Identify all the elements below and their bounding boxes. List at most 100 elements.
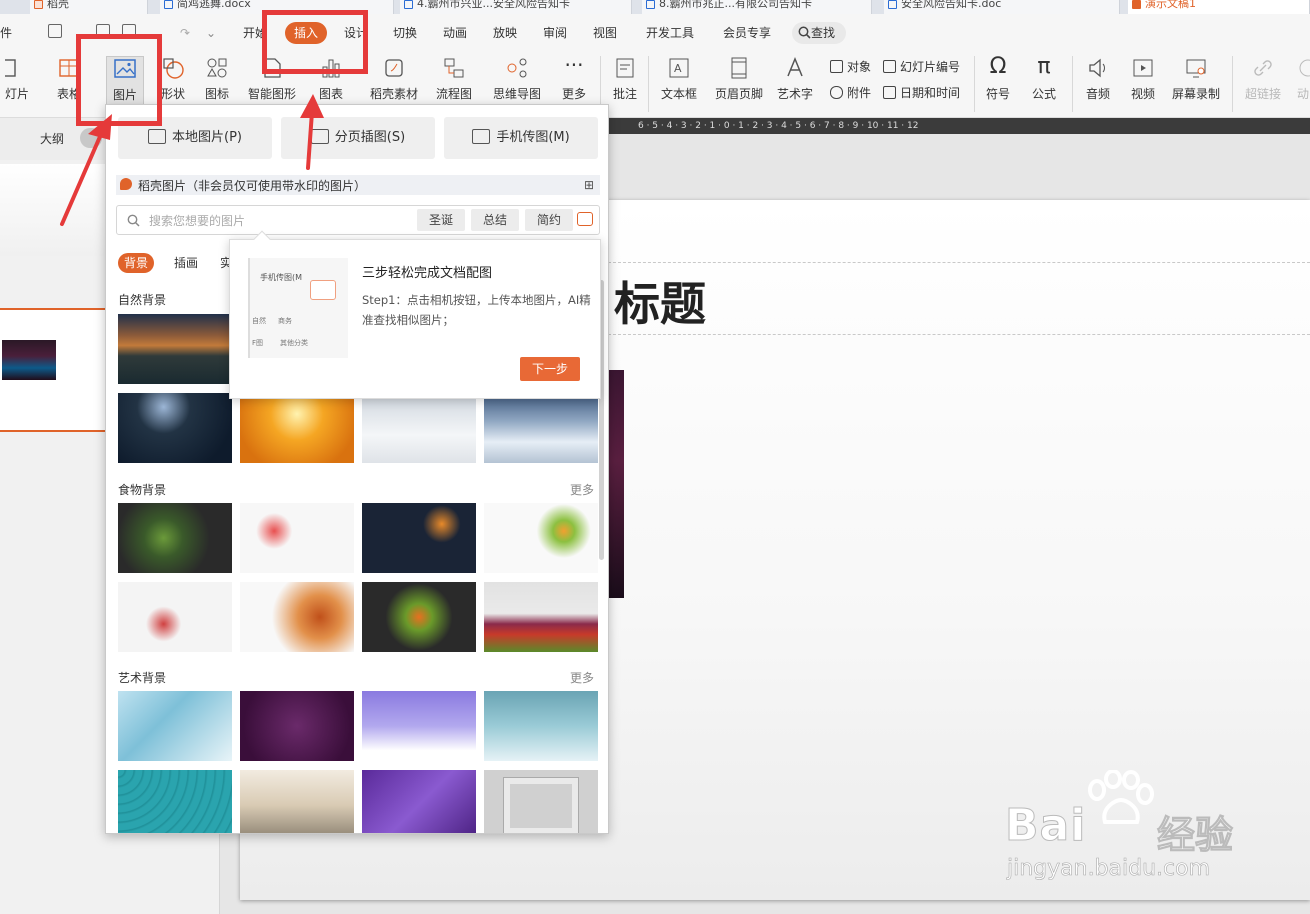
new-slide-button[interactable]: 灯片 xyxy=(0,56,34,102)
textbox-icon: A xyxy=(667,56,691,80)
wordart-icon xyxy=(783,56,807,80)
menu-bar: 件 ⌄ ↷ ⌄ 开始 插入 设计 切换 动画 放映 审阅 视图 开发工具 会员专… xyxy=(0,14,1310,52)
date-time-button[interactable]: 日期和时间 xyxy=(883,84,960,102)
picture-tile[interactable] xyxy=(362,393,476,463)
flowchart-button[interactable]: 流程图 xyxy=(430,56,478,102)
save-icon[interactable] xyxy=(48,24,62,38)
slide-thumbnail[interactable] xyxy=(0,164,108,256)
video-icon xyxy=(1131,56,1155,80)
category-background[interactable]: 背景 xyxy=(118,253,155,273)
object-button[interactable]: 对象 xyxy=(830,58,871,76)
paw-logo xyxy=(1088,770,1154,824)
docer-material-button[interactable]: 稻壳素材 xyxy=(368,56,420,102)
document-tab-bar: 稻壳 简鸡逃舞.docx 4.霸州市兴业...安全风险告知卡 8.霸州市兆正..… xyxy=(0,0,1310,14)
action-button[interactable]: 动 xyxy=(1296,56,1310,102)
picture-tile[interactable] xyxy=(362,770,476,833)
menu-file[interactable]: 件 xyxy=(0,22,12,44)
audio-button[interactable]: 音频 xyxy=(1080,56,1116,102)
category-illustration[interactable]: 插画 xyxy=(174,253,198,273)
outline-tab[interactable]: 大纲 xyxy=(40,130,64,147)
tab-developer[interactable]: 开发工具 xyxy=(646,22,694,44)
annotation-box-insert xyxy=(262,10,368,74)
word-icon xyxy=(404,0,413,9)
picture-tile[interactable] xyxy=(118,582,232,652)
search-icon xyxy=(127,214,140,227)
picture-dropdown-panel: 本地图片(P) 分页插图(S) 手机传图(M) 稻壳图片（非会员仅可使用带水印的… xyxy=(105,104,609,834)
picture-tile[interactable] xyxy=(118,314,232,384)
slide-title[interactable]: 标题 xyxy=(614,268,706,334)
chevron-down-icon[interactable]: ⌄ xyxy=(206,22,216,44)
section-food: 食物背景 xyxy=(118,483,167,497)
shape-icon xyxy=(161,56,185,80)
tab-member[interactable]: 会员专享 xyxy=(723,22,771,44)
watermark-brand: Bai xyxy=(1004,800,1087,852)
search-chip[interactable]: 简约 xyxy=(525,209,574,231)
picture-tile[interactable] xyxy=(362,691,476,761)
picture-tile[interactable] xyxy=(240,503,354,573)
picture-tile[interactable] xyxy=(484,393,598,463)
camera-icon xyxy=(310,280,336,300)
picture-tile[interactable] xyxy=(484,582,598,652)
hyperlink-button[interactable]: 超链接 xyxy=(1240,56,1286,102)
formula-button[interactable]: π 公式 xyxy=(1024,56,1064,102)
slides-tab[interactable] xyxy=(80,128,102,148)
symbol-button[interactable]: Ω 符号 xyxy=(980,56,1016,102)
picture-tile[interactable] xyxy=(118,691,232,761)
doc-tab[interactable]: 8.霸州市兆正...有限公司告知卡 xyxy=(642,0,872,14)
tab-slideshow[interactable]: 放映 xyxy=(493,22,517,44)
flowchart-icon xyxy=(442,56,466,80)
thumbnail-image xyxy=(2,340,56,380)
picture-tile[interactable] xyxy=(484,503,598,573)
phone-picture-button[interactable]: 手机传图(M) xyxy=(444,117,598,159)
picture-tile[interactable] xyxy=(118,770,232,833)
search-chip[interactable]: 总结 xyxy=(471,209,520,231)
picture-tile[interactable] xyxy=(240,582,354,652)
mindmap-button[interactable]: 思维导图 xyxy=(488,56,546,102)
picture-tile[interactable] xyxy=(118,393,232,463)
paged-picture-button[interactable]: 分页插图(S) xyxy=(281,117,435,159)
more-button[interactable]: ··· 更多 xyxy=(556,53,592,102)
slide-number-button[interactable]: 幻灯片编号 xyxy=(883,58,960,76)
find-box[interactable]: 查找 xyxy=(792,22,846,44)
doc-tab-active[interactable]: 演示文稿1 xyxy=(1128,0,1310,14)
slide-thumbnail-selected[interactable] xyxy=(0,308,108,432)
tab-review[interactable]: 审阅 xyxy=(543,22,567,44)
mindmap-icon xyxy=(505,56,529,80)
textbox-button[interactable]: A 文本框 xyxy=(656,56,702,102)
picture-tile[interactable] xyxy=(484,691,598,761)
doc-tab[interactable]: 安全风险告知卡.doc xyxy=(884,0,1120,14)
food-more-link[interactable]: 更多 xyxy=(570,481,594,498)
redo-icon[interactable]: ↷ xyxy=(180,22,190,44)
video-button[interactable]: 视频 xyxy=(1124,56,1162,102)
tab-view[interactable]: 视图 xyxy=(593,22,617,44)
tab-transition[interactable]: 切换 xyxy=(393,22,417,44)
wordart-button[interactable]: 艺术字 xyxy=(772,56,818,102)
picture-tile[interactable] xyxy=(362,582,476,652)
attachment-button[interactable]: 附件 xyxy=(830,84,871,102)
frame-shape xyxy=(504,778,578,833)
icons-icon xyxy=(205,56,229,80)
search-chip[interactable]: 圣诞 xyxy=(417,209,466,231)
art-more-link[interactable]: 更多 xyxy=(570,669,594,686)
picture-tile[interactable] xyxy=(240,691,354,761)
search-input[interactable]: 搜索您想要的图片 xyxy=(149,212,245,229)
paged-image-icon xyxy=(310,129,329,144)
tab-animation[interactable]: 动画 xyxy=(443,22,467,44)
icon-button[interactable]: 图标 xyxy=(198,56,236,102)
header-footer-button[interactable]: 页眉页脚 xyxy=(714,56,764,102)
picture-tile[interactable] xyxy=(240,393,354,463)
screen-record-button[interactable]: 屏幕录制 xyxy=(1170,56,1222,102)
divider xyxy=(974,56,975,112)
grid-icon[interactable]: ⊞ xyxy=(584,178,594,192)
comment-button[interactable]: 批注 xyxy=(610,56,640,102)
docer-logo-icon xyxy=(120,178,132,190)
picture-tile[interactable] xyxy=(484,770,598,833)
more-icon: ··· xyxy=(564,53,584,77)
picture-tile[interactable] xyxy=(362,503,476,573)
next-step-button[interactable]: 下一步 xyxy=(520,357,580,381)
doc-tab[interactable]: 稻壳 xyxy=(30,0,148,14)
camera-icon[interactable] xyxy=(577,212,593,226)
doc-tab[interactable]: 4.霸州市兴业...安全风险告知卡 xyxy=(400,0,632,14)
picture-tile[interactable] xyxy=(240,770,354,833)
picture-tile[interactable] xyxy=(118,503,232,573)
